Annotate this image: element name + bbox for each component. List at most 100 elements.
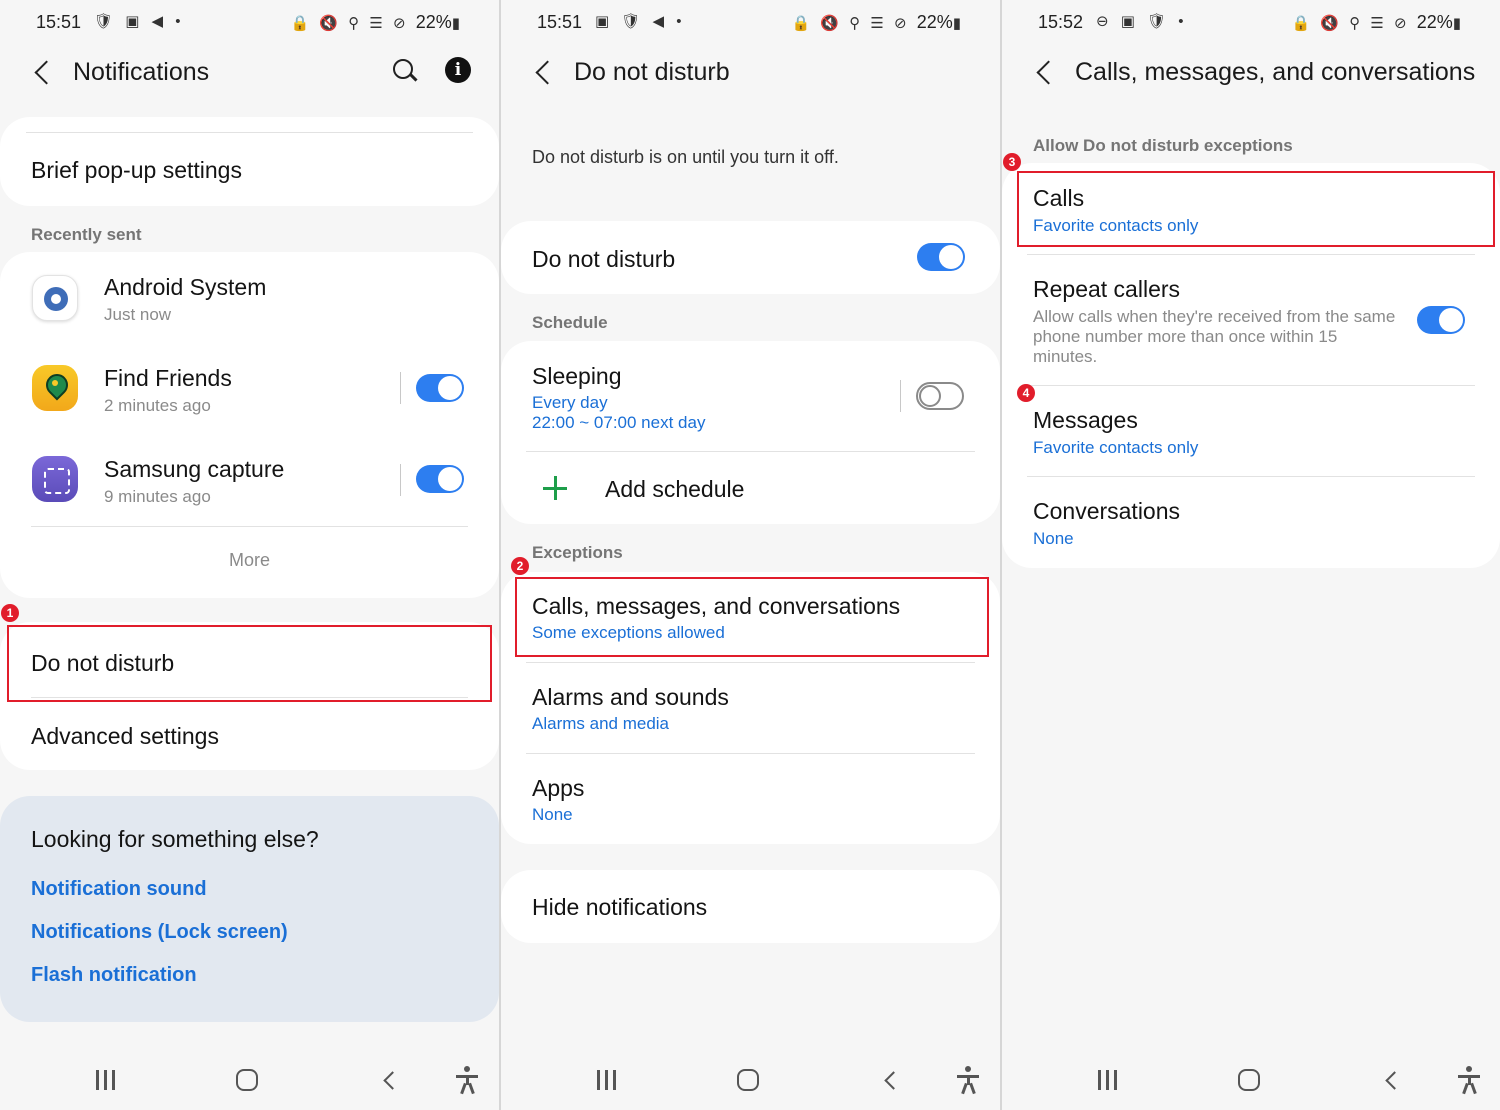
page-title: Calls, messages, and conversations: [1075, 58, 1476, 86]
app-bar: Notifications i: [0, 48, 499, 96]
separator: [900, 380, 901, 412]
navigation-bar: [501, 1050, 1000, 1110]
separator: [400, 464, 401, 496]
home-icon[interactable]: [236, 1069, 258, 1091]
app-name: Find Friends: [104, 365, 232, 391]
nav-back-icon[interactable]: [380, 1070, 400, 1090]
looking-for-card: Looking for something else? Notification…: [0, 796, 499, 1022]
dnd-description: Do not disturb is on until you turn it o…: [532, 147, 839, 167]
recently-sent-card: Android System Just now Find Friends 2 m…: [0, 252, 499, 598]
hide-notifications-item[interactable]: Hide notifications: [532, 894, 707, 921]
status-right-icons: 🔒 🔇 ⚲ ☰ ⊘ 22%▮: [290, 12, 463, 32]
navigation-bar: [1002, 1050, 1500, 1110]
exceptions-section-label: Allow Do not disturb exceptions: [1033, 136, 1293, 155]
app-time: 9 minutes ago: [104, 487, 211, 506]
find-friends-toggle[interactable]: [416, 374, 464, 402]
sleeping-days: Every day: [532, 393, 608, 412]
lock-screen-notifications-link[interactable]: Notifications (Lock screen): [31, 921, 288, 944]
status-left-icons: ⊖ ▣ 🛡 •: [1096, 13, 1188, 30]
schedule-label: Schedule: [532, 313, 608, 332]
info-icon[interactable]: i: [445, 57, 471, 83]
exception-sub: Alarms and media: [532, 714, 670, 733]
brief-popup-settings[interactable]: Brief pop-up settings: [31, 157, 242, 184]
highlight-box: [515, 577, 989, 657]
recents-icon[interactable]: [96, 1070, 120, 1090]
recently-sent-label: Recently sent: [31, 225, 142, 244]
search-icon[interactable]: [391, 57, 419, 85]
step-badge: 2: [511, 557, 529, 575]
back-icon[interactable]: [28, 54, 58, 90]
highlight-box: [7, 625, 492, 702]
page-title: Do not disturb: [574, 58, 730, 86]
divider: [1027, 476, 1475, 477]
accessibility-icon[interactable]: [1456, 1066, 1482, 1095]
divider: [526, 662, 975, 663]
advanced-settings-item[interactable]: Advanced settings: [31, 723, 219, 750]
repeat-callers-title: Repeat callers: [1033, 276, 1181, 302]
repeat-callers-toggle[interactable]: [1417, 306, 1465, 334]
divider: [526, 753, 975, 754]
status-time: 15:51: [537, 12, 583, 32]
status-system-icons: 🔒 🔇 ⚲ ☰ ⊘: [1291, 15, 1410, 32]
flash-notification-link[interactable]: Flash notification: [31, 964, 197, 987]
do-not-disturb-toggle[interactable]: [917, 243, 965, 271]
navigation-bar: [0, 1050, 499, 1110]
exception-title: Apps: [532, 775, 585, 801]
sleeping-toggle[interactable]: [916, 382, 964, 410]
hide-notifications-card: Hide notifications: [501, 870, 1000, 943]
do-not-disturb-screen: 15:51 ▣ 🛡 ◀ • 🔒 🔇 ⚲ ☰ ⊘ 22%▮ Do not dist…: [501, 0, 1000, 1110]
app-name: Samsung capture: [104, 456, 285, 482]
android-system-icon: [32, 275, 78, 321]
schedule-card: Sleeping Every day 22:00 ~ 07:00 next da…: [501, 341, 1000, 524]
battery-level: 22%: [1416, 12, 1453, 32]
find-friends-icon: [32, 365, 78, 411]
status-right-icons: 🔒 🔇 ⚲ ☰ ⊘ 22%▮: [791, 12, 964, 32]
samsung-capture-icon: [32, 456, 78, 502]
recents-icon[interactable]: [597, 1070, 621, 1090]
status-time: 15:51: [36, 12, 82, 32]
calls-messages-screen: 15:52 ⊖ ▣ 🛡 • 🔒 🔇 ⚲ ☰ ⊘ 22%▮ Calls, mess…: [1002, 0, 1500, 1110]
divider: [1027, 385, 1475, 386]
status-left-icons: ▣ 🛡 ◀ •: [595, 13, 686, 30]
home-icon[interactable]: [1238, 1069, 1260, 1091]
status-right-icons: 🔒 🔇 ⚲ ☰ ⊘ 22%▮: [1291, 12, 1464, 32]
highlight-box: [1017, 171, 1495, 247]
dnd-toggle-card: Do not disturb: [501, 221, 1000, 294]
status-bar: 15:51 ▣ 🛡 ◀ • 🔒 🔇 ⚲ ☰ ⊘ 22%▮: [501, 0, 1000, 44]
samsung-capture-toggle[interactable]: [416, 465, 464, 493]
conversations-title: Conversations: [1033, 498, 1181, 524]
add-schedule-label: Add schedule: [605, 476, 745, 502]
divider: [526, 451, 975, 452]
app-time: Just now: [104, 305, 172, 324]
status-bar: 15:52 ⊖ ▣ 🛡 • 🔒 🔇 ⚲ ☰ ⊘ 22%▮: [1002, 0, 1500, 44]
back-icon[interactable]: [1030, 54, 1060, 90]
app-bar: Do not disturb: [501, 48, 1000, 96]
divider: [31, 526, 468, 527]
notification-sound-link[interactable]: Notification sound: [31, 878, 207, 901]
battery-level: 22%: [916, 12, 953, 32]
repeat-callers-sub: Allow calls when they're received from t…: [1033, 307, 1396, 366]
page-title: Notifications: [73, 58, 210, 86]
sleeping-time: 22:00 ~ 07:00 next day: [532, 413, 706, 432]
step-badge-messages: 4: [1017, 384, 1035, 402]
nav-back-icon[interactable]: [1382, 1070, 1402, 1090]
step-badge-calls: 3: [1003, 153, 1021, 171]
status-time: 15:52: [1038, 12, 1084, 32]
conversations-sub: None: [1033, 529, 1074, 548]
accessibility-icon[interactable]: [454, 1066, 480, 1095]
nav-back-icon[interactable]: [881, 1070, 901, 1090]
back-icon[interactable]: [529, 54, 559, 90]
status-left-icons: 🛡 ▣ ◀ •: [94, 13, 185, 30]
exception-sub: None: [532, 805, 573, 824]
more-button[interactable]: More: [0, 550, 499, 571]
step-badge: 1: [1, 604, 19, 622]
messages-sub: Favorite contacts only: [1033, 438, 1199, 457]
accessibility-icon[interactable]: [955, 1066, 981, 1095]
app-bar: Calls, messages, and conversations: [1002, 48, 1500, 96]
sleeping-title: Sleeping: [532, 363, 622, 389]
divider: [26, 132, 473, 133]
app-time: 2 minutes ago: [104, 396, 211, 415]
exceptions-label: Exceptions: [532, 543, 623, 562]
recents-icon[interactable]: [1098, 1070, 1122, 1090]
home-icon[interactable]: [737, 1069, 759, 1091]
